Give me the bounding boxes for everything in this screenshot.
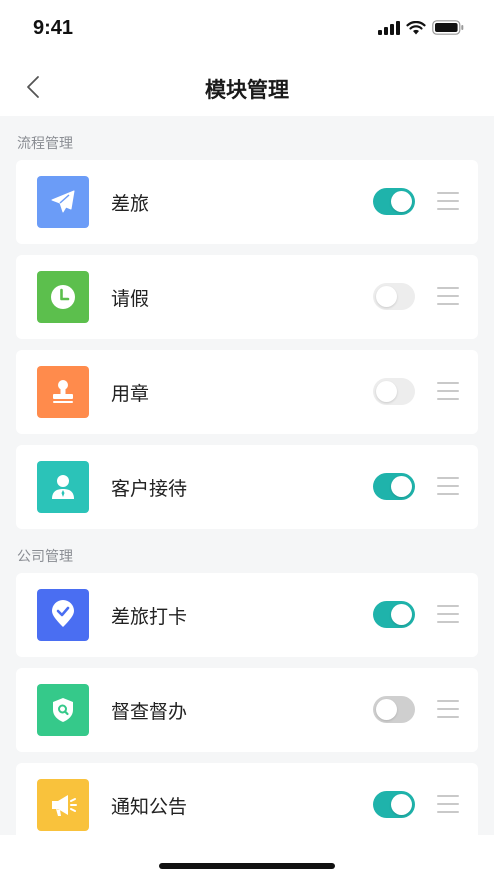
module-label: 差旅打卡 — [111, 606, 188, 628]
module-icon-bg — [37, 271, 89, 323]
module-toggle-travel[interactable] — [373, 188, 415, 215]
toggle-knob — [391, 191, 412, 212]
toggle-knob — [376, 699, 397, 720]
drag-handle-icon[interactable] — [437, 795, 459, 815]
module-label: 差旅 — [111, 193, 150, 215]
module-icon-bg — [37, 461, 89, 513]
screen: 9:41 模块管理 流程管理 差旅 请假 用章 客户接待 公司管理 差旅打卡 督… — [0, 0, 494, 880]
toggle-knob — [391, 604, 412, 625]
toggle-knob — [391, 476, 412, 497]
module-label: 通知公告 — [111, 796, 188, 818]
signal-icon — [378, 20, 400, 35]
module-toggle-announcement[interactable] — [373, 791, 415, 818]
section-header-company: 公司管理 — [17, 549, 73, 565]
module-label: 用章 — [111, 383, 150, 405]
module-card-travel: 差旅 — [16, 160, 478, 244]
airplane-icon — [51, 190, 75, 213]
drag-handle-icon[interactable] — [437, 605, 459, 625]
module-toggle-reception[interactable] — [373, 473, 415, 500]
status-bar: 9:41 — [0, 0, 494, 58]
status-time: 9:41 — [33, 17, 74, 39]
module-label: 客户接待 — [111, 478, 188, 500]
module-icon-bg — [37, 176, 89, 228]
person-icon — [52, 475, 74, 499]
megaphone-icon — [52, 795, 77, 816]
location-check-icon — [52, 600, 74, 627]
section-header-process: 流程管理 — [17, 136, 73, 152]
module-card-supervision: 督查督办 — [16, 668, 478, 752]
shield-search-icon — [53, 698, 73, 722]
toggle-knob — [376, 286, 397, 307]
drag-handle-icon[interactable] — [437, 700, 459, 720]
module-card-seal: 用章 — [16, 350, 478, 434]
toggle-knob — [376, 381, 397, 402]
toggle-knob — [391, 794, 412, 815]
module-label: 督查督办 — [111, 701, 188, 723]
module-toggle-seal[interactable] — [373, 378, 415, 405]
module-card-leave: 请假 — [16, 255, 478, 339]
module-label: 请假 — [111, 288, 150, 310]
drag-handle-icon[interactable] — [437, 192, 459, 212]
wifi-icon — [406, 20, 426, 34]
module-toggle-leave[interactable] — [373, 283, 415, 310]
drag-handle-icon[interactable] — [437, 477, 459, 497]
clock-icon — [51, 285, 75, 309]
bottom-bar — [0, 835, 494, 880]
drag-handle-icon[interactable] — [437, 382, 459, 402]
module-card-reception: 客户接待 — [16, 445, 478, 529]
module-icon-bg — [37, 779, 89, 831]
status-icons — [378, 20, 464, 35]
module-card-travel-checkin: 差旅打卡 — [16, 573, 478, 657]
stamp-icon — [53, 380, 73, 403]
page-title: 模块管理 — [205, 78, 289, 102]
module-icon-bg — [37, 684, 89, 736]
battery-icon — [432, 20, 464, 35]
module-toggle-supervision[interactable] — [373, 696, 415, 723]
nav-bar: 模块管理 — [0, 58, 494, 116]
module-icon-bg — [37, 589, 89, 641]
module-icon-bg — [37, 366, 89, 418]
drag-handle-icon[interactable] — [437, 287, 459, 307]
home-indicator[interactable] — [159, 863, 335, 869]
module-toggle-travel-checkin[interactable] — [373, 601, 415, 628]
